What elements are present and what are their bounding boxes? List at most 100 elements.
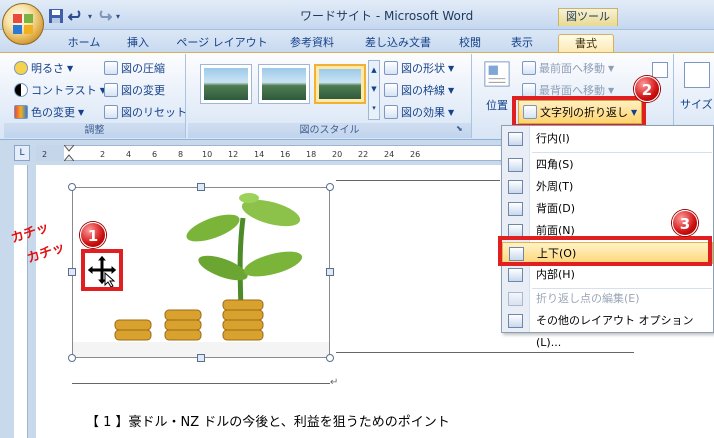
window-title: ワードサイト - Microsoft Word [300, 9, 474, 23]
bring-front-label: 最前面へ移動 [539, 62, 605, 75]
reset-picture-icon [104, 105, 118, 119]
gallery-scroll[interactable]: ▲ ▼ ▾ [368, 60, 380, 120]
ruler-number: 6 [152, 150, 158, 159]
adjust-group-label: 調整 [4, 123, 185, 138]
office-logo-icon [13, 14, 33, 34]
resize-handle[interactable] [326, 183, 334, 191]
style-thumbnail[interactable] [200, 64, 252, 104]
ruler-number: 18 [306, 150, 317, 159]
style-thumbnail[interactable] [258, 64, 310, 104]
picture-shape-button[interactable]: 図の形状 ▼ [384, 60, 454, 76]
menu-item-through[interactable]: 内部(H) [502, 264, 713, 286]
undo-icon[interactable] [68, 8, 84, 24]
chevron-down-icon: ▼ [448, 107, 455, 117]
position-button[interactable]: 位置 [480, 60, 514, 120]
size-label: サイズ [680, 98, 713, 111]
ruler-number: 16 [280, 150, 291, 159]
office-button[interactable] [2, 3, 44, 45]
step-badge-3: 3 [672, 210, 698, 236]
brightness-button[interactable]: 明るさ ▼ [14, 60, 73, 76]
resize-handle[interactable] [197, 354, 205, 362]
chevron-down-icon[interactable]: ▼ [369, 80, 379, 99]
resize-handle[interactable] [197, 183, 205, 191]
resize-handle[interactable] [326, 268, 334, 276]
document-heading: 【 1 】豪ドル・NZ ドルの今後と、利益を狙うためのポイント [86, 415, 450, 430]
picture-effects-button[interactable]: 図の効果 ▼ [384, 104, 454, 120]
align-icon[interactable] [652, 62, 668, 78]
picture-styles-group-label: 図のスタイル [188, 123, 471, 138]
chevron-up-icon[interactable]: ▲ [369, 61, 379, 80]
recolor-button[interactable]: 色の変更 ▼ [14, 104, 84, 120]
undo-dropdown-icon[interactable]: ▾ [88, 12, 92, 21]
chevron-down-icon: ▼ [448, 63, 455, 73]
chevron-down-icon: ▼ [78, 107, 85, 117]
tab-selector[interactable]: L [14, 145, 30, 161]
resize-handle[interactable] [68, 354, 76, 362]
ruler-number: 2 [42, 150, 48, 159]
ruler-margin [36, 145, 64, 161]
tab-home[interactable]: ホーム [60, 34, 108, 52]
top-bottom-highlight [498, 236, 712, 266]
position-label: 位置 [486, 99, 508, 112]
more-icon[interactable]: ▾ [369, 99, 379, 118]
layout-options-icon [508, 314, 523, 328]
tab-review[interactable]: 校閲 [448, 34, 492, 52]
change-picture-button[interactable]: 図の変更 [104, 82, 165, 98]
chevron-down-icon: ▼ [448, 85, 455, 95]
position-icon [484, 61, 510, 87]
tab-mailings[interactable]: 差し込み文書 [358, 34, 438, 52]
ruler-number: 26 [410, 150, 421, 159]
customize-qat-icon[interactable]: ▾ [116, 12, 120, 21]
chevron-down-icon: ▼ [67, 63, 74, 73]
recolor-label: 色の変更 [31, 106, 75, 119]
resize-handle[interactable] [326, 354, 334, 362]
reset-picture-button[interactable]: 図のリセット [104, 104, 187, 120]
chevron-down-icon: ▼ [608, 85, 615, 95]
move-cursor-icon [86, 254, 118, 288]
bring-to-front-button[interactable]: 最前面へ移動 ▼ [522, 60, 614, 76]
menu-item-tight[interactable]: 外周(T) [502, 176, 713, 198]
compress-button[interactable]: 図の圧縮 [104, 60, 165, 76]
tab-view[interactable]: 表示 [500, 34, 544, 52]
redo-icon[interactable] [96, 8, 113, 24]
ruler-number: 12 [228, 150, 239, 159]
contrast-label: コントラスト [31, 84, 97, 97]
menu-item-inline[interactable]: 行内(I) [502, 128, 713, 150]
contrast-button[interactable]: コントラスト ▼ [14, 82, 106, 98]
resize-handle[interactable] [68, 183, 76, 191]
picture-border-label: 図の枠線 [401, 84, 445, 97]
sun-icon [14, 61, 28, 75]
edit-wrap-points-icon [508, 292, 523, 306]
behind-text-icon [508, 202, 523, 216]
tab-format[interactable]: 書式 [558, 34, 614, 52]
picture-border-button[interactable]: 図の枠線 ▼ [384, 82, 454, 98]
effects-icon [384, 105, 398, 119]
tab-insert[interactable]: 挿入 [118, 34, 158, 52]
menu-item-edit-wrap-points[interactable]: 折り返し点の編集(E) [502, 288, 713, 310]
shape-icon [384, 61, 398, 75]
indent-marker-icon[interactable] [62, 144, 76, 162]
resize-handle[interactable] [68, 268, 76, 276]
send-back-icon [522, 83, 536, 97]
save-icon[interactable] [48, 8, 64, 24]
menu-item-square[interactable]: 四角(S) [502, 154, 713, 176]
ruler-number: 2 [100, 150, 106, 159]
menu-item-more-layout[interactable]: その他のレイアウト オプション(L)... [502, 310, 713, 349]
vertical-ruler[interactable] [14, 165, 28, 438]
size-icon[interactable] [684, 62, 710, 88]
ruler-number: 24 [384, 150, 395, 159]
tab-references[interactable]: 参考資料 [280, 34, 344, 52]
dialog-launcher-icon[interactable]: ⬊ [456, 124, 466, 134]
step-badge-1: 1 [80, 222, 106, 248]
ruler-number: 14 [254, 150, 265, 159]
ruler-number: 10 [202, 150, 213, 159]
paragraph-mark-icon: ↵ [330, 377, 339, 388]
through-icon [508, 268, 523, 282]
style-thumbnail-selected[interactable] [314, 64, 366, 104]
ruler-number: 4 [126, 150, 132, 159]
bring-front-icon [522, 61, 536, 75]
wrap-text-highlight [512, 96, 646, 128]
tight-wrap-icon [508, 180, 523, 194]
tab-page-layout[interactable]: ページ レイアウト [170, 34, 274, 52]
picture-effects-label: 図の効果 [401, 106, 445, 119]
